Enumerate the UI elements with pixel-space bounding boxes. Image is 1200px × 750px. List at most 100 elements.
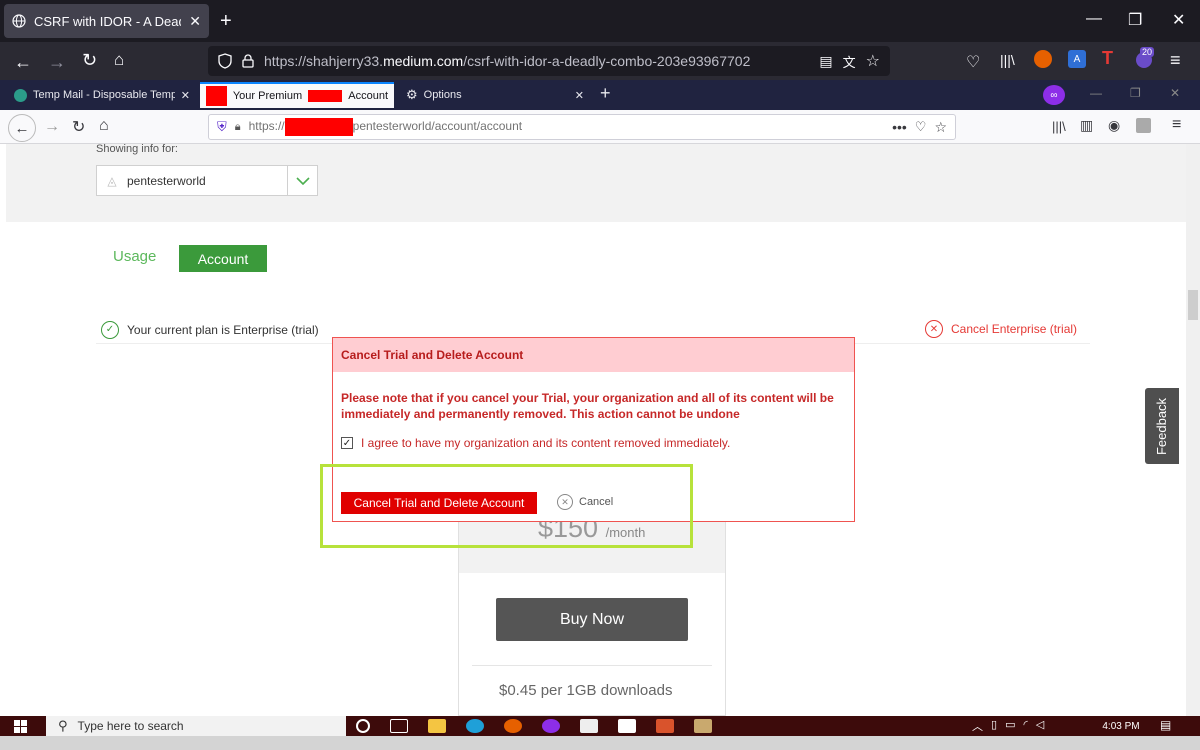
inner-home-icon[interactable]: ⌂	[99, 117, 109, 135]
inner-reload-icon[interactable]: ↻	[72, 117, 85, 137]
scrollbar-thumb[interactable]	[1188, 290, 1198, 320]
cancel-plan-link[interactable]: ✕ Cancel Enterprise (trial)	[925, 320, 1077, 338]
minimize-icon[interactable]: —	[1086, 10, 1102, 28]
sidebar-icon[interactable]: ▥	[1080, 117, 1093, 134]
agree-checkbox[interactable]: ✓	[341, 437, 353, 449]
lock-icon	[242, 54, 254, 68]
private-mask-icon: ∞	[1043, 85, 1065, 105]
outer-tab-medium[interactable]: CSRF with IDOR - A Deadly Com ✕	[4, 4, 209, 38]
home-icon[interactable]: ⌂	[114, 50, 124, 70]
inner-tab-tempmail[interactable]: Temp Mail - Disposable Tempo ✕	[8, 82, 196, 108]
agree-checkbox-row[interactable]: ✓ I agree to have my organization and it…	[341, 436, 730, 450]
cancel-plan-label: Cancel Enterprise (trial)	[951, 322, 1078, 336]
inner-forward-icon[interactable]: →	[44, 118, 60, 136]
chevron-down-icon[interactable]	[287, 166, 317, 195]
inner-lock-icon: 🔒︎	[234, 120, 241, 133]
inner-library-icon[interactable]: |||\	[1052, 119, 1066, 134]
reload-icon[interactable]: ↻	[82, 50, 97, 71]
forward-icon[interactable]: →	[48, 52, 66, 73]
close-window-icon[interactable]: ✕	[1172, 10, 1185, 30]
gear-icon: ⚙	[406, 87, 418, 102]
page-actions-icon[interactable]: •••	[892, 119, 907, 135]
outer-url-bar[interactable]: https://shahjerry33.medium.com/csrf-with…	[208, 46, 890, 76]
agree-label: I agree to have my organization and its …	[361, 436, 731, 450]
inner-back-icon[interactable]: ←	[8, 114, 36, 142]
task-view-icon[interactable]	[390, 719, 408, 733]
buy-now-button[interactable]: Buy Now	[496, 598, 688, 641]
system-tray: ︿ ▯ ▭ ◜ ◁	[972, 718, 1044, 734]
outer-url-domain: medium.com	[383, 53, 464, 69]
tray-battery-icon[interactable]: ▭	[1005, 718, 1015, 734]
taskbar-search-placeholder: Type here to search	[77, 719, 184, 733]
notification-icon[interactable]: ▤	[1160, 718, 1171, 732]
back-icon[interactable]: ←	[14, 52, 32, 73]
inner-tab-label: Temp Mail - Disposable Tempo	[33, 89, 175, 101]
inner-tab-options[interactable]: ⚙ Options ✕	[400, 82, 590, 108]
search-icon: ⚲	[58, 718, 68, 733]
edge-icon[interactable]	[466, 719, 484, 733]
inner-minimize-icon[interactable]: —	[1090, 86, 1102, 100]
cortana-icon[interactable]	[356, 719, 370, 733]
inner-extension-icon[interactable]	[1136, 118, 1151, 133]
tray-network-icon[interactable]: ▯	[991, 718, 997, 734]
inner-url-path: pentesterworld/account/account	[352, 119, 523, 134]
showing-info-label: Showing info for:	[96, 143, 178, 155]
firefox-private-icon[interactable]	[542, 719, 560, 733]
close-tab-icon[interactable]: ✕	[181, 89, 190, 102]
extension-fox-icon[interactable]	[1034, 50, 1052, 68]
library-icon[interactable]: |||\	[1000, 52, 1015, 68]
firefox-icon[interactable]	[504, 719, 522, 733]
org-name: pentesterworld	[127, 173, 206, 188]
pocket-icon[interactable]: ♡	[966, 52, 980, 72]
menu-icon[interactable]: ≡	[1170, 50, 1181, 71]
reader-view-icon[interactable]: ▤	[819, 53, 832, 70]
close-tab-icon[interactable]: ✕	[189, 13, 201, 30]
modal-title: Cancel Trial and Delete Account	[333, 338, 854, 372]
globe-icon	[12, 14, 26, 28]
windows-start-icon[interactable]	[14, 720, 28, 734]
taskbar-apps	[356, 716, 712, 736]
tray-volume-icon[interactable]: ◁	[1036, 718, 1044, 734]
extension-translate-icon[interactable]: A	[1068, 50, 1086, 68]
current-plan-text: Your current plan is Enterprise (trial)	[127, 322, 319, 337]
inner-tab-label-part1: Your Premium	[232, 90, 303, 102]
new-tab-icon[interactable]: +	[220, 10, 232, 33]
inner-bookmark-icon[interactable]: ☆	[934, 119, 947, 136]
document-app-icon[interactable]	[580, 719, 598, 733]
page-scrollbar[interactable]	[1186, 144, 1200, 716]
inner-url-bar[interactable]: ⛨ 🔒︎ https:// pentesterworld/account/acco…	[208, 114, 956, 140]
inner-close-icon[interactable]: ✕	[1170, 86, 1180, 100]
mail-icon[interactable]	[618, 719, 636, 733]
account-icon[interactable]: ◉	[1108, 117, 1120, 134]
shield-icon	[218, 53, 232, 69]
taskbar-clock[interactable]: 4:03 PM	[1096, 716, 1146, 736]
file-explorer-icon[interactable]	[428, 719, 446, 733]
outer-url-path: /csrf-with-idor-a-deadly-combo-203e93967…	[463, 53, 751, 69]
inner-pocket-icon[interactable]: ♡	[915, 119, 927, 135]
check-circle-icon: ✓	[101, 320, 119, 339]
modal-warning: Please note that if you cancel your Tria…	[341, 391, 834, 421]
burp-icon[interactable]	[656, 719, 674, 733]
tempmail-icon	[14, 88, 27, 102]
restore-icon[interactable]: ❐	[1128, 10, 1142, 30]
taskbar-search[interactable]: ⚲ Type here to search	[46, 716, 346, 736]
outer-url-prefix: https://shahjerry33.	[264, 53, 384, 69]
feedback-tab[interactable]: Feedback	[1145, 388, 1179, 464]
inner-menu-icon[interactable]: ≡	[1172, 116, 1181, 134]
outer-url-text: https://shahjerry33.medium.com/csrf-with…	[264, 53, 809, 69]
inner-restore-icon[interactable]: ❐	[1130, 86, 1141, 100]
translate-icon[interactable]: 文	[843, 52, 856, 71]
extension-badge-count: 20	[1140, 47, 1155, 57]
tab-account[interactable]: Account	[179, 245, 267, 272]
tab-usage[interactable]: Usage	[113, 248, 156, 265]
bookmark-star-icon[interactable]: ☆	[866, 51, 880, 71]
inner-tab-account[interactable]: Your Premium Account	[200, 82, 394, 108]
organization-select[interactable]: ◬ pentesterworld	[96, 165, 318, 196]
close-tab-icon[interactable]: ✕	[575, 89, 584, 102]
extension-t-icon[interactable]: T	[1102, 48, 1113, 69]
inner-tab-label-part2: Account	[348, 90, 388, 102]
inner-new-tab-icon[interactable]: +	[600, 83, 611, 104]
paint-icon[interactable]	[694, 719, 712, 733]
tray-wifi-icon[interactable]: ◜	[1023, 718, 1027, 734]
tray-chevron-icon[interactable]: ︿	[972, 718, 983, 734]
